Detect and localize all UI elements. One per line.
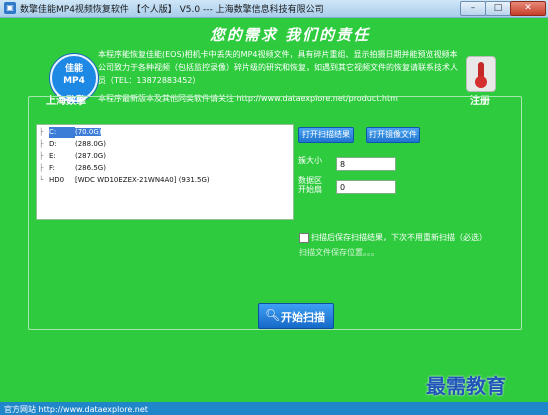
start-scan-button[interactable]: 🔍︎ 开始扫描 [258,303,334,329]
open-image-file-button[interactable]: 打开镜像文件 [366,127,420,143]
drive-tree[interactable]: ├ C: (70.0G) ├ D: (288.0G) ├ E: (287.0G) ├ F: (286.… [36,124,294,220]
drive-size: (70.0G) [75,128,102,136]
footer-bar: 官方网站 http://www.dataexplore.net [0,402,548,415]
logo-text: 佳能 MP4 [52,63,96,87]
drive-size: (286.5G) [75,164,106,172]
data-start-sector-label: 数据区开始扇 [298,176,322,194]
window-title-bar: ▣ 数擎佳能MP4视频恢复软件 【个人版】 V5.0 --- 上海数擎信息科技有… [0,0,548,18]
start-scan-label: 开始扫描 [281,311,325,324]
drive-size: [WDC WD10EZEX-21WN4A0] (931.5G) [75,176,210,184]
tree-connector: ├ [39,140,44,148]
watermark: 最需教育 [426,374,506,398]
tree-connector: ├ [39,164,44,172]
save-result-checkbox[interactable] [299,233,309,243]
logo-line-1: 佳能 [64,64,83,74]
slogan: 您的需求 我们的责任 [209,26,371,44]
description-text: 本程序能恢复佳能(EOS)相机卡中丢失的MP4视频文件，具有碎片重组、显示拍摄日… [98,50,458,85]
tree-item[interactable]: ├ C: (70.0G) [39,127,102,138]
tree-connector: ├ [39,152,44,160]
tree-item[interactable]: └ HD0 [WDC WD10EZEX-21WN4A0] (931.5G) [39,175,210,186]
drive-letter: HD0 [49,176,65,184]
cluster-size-label: 簇大小 [298,156,322,165]
save-position-link[interactable]: 扫描文件保存位置。。。 [299,247,379,258]
drive-size: (287.0G) [75,152,106,160]
footer-website[interactable]: 官方网站 http://www.dataexplore.net [4,404,148,415]
drive-letter: E: [49,152,56,160]
search-icon: 🔍︎ [265,308,281,322]
register-button[interactable] [466,56,496,92]
tree-connector: ├ [39,128,44,136]
drive-letter: C: [49,127,75,138]
cluster-size-input[interactable]: 8 [336,157,396,171]
maximize-button[interactable]: □ [485,1,511,16]
app-icon: ▣ [4,2,16,14]
drive-size: (288.0G) [75,140,106,148]
tree-item[interactable]: ├ F: (286.5G) [39,163,106,174]
logo-line-2: MP4 [63,76,85,86]
drive-letter: D: [49,140,57,148]
data-start-sector-input[interactable]: 0 [336,180,396,194]
minimize-button[interactable]: – [460,1,486,16]
tree-item[interactable]: ├ D: (288.0G) [39,139,106,150]
thermometer-icon [475,62,487,88]
open-scan-result-button[interactable]: 打开扫描结果 [298,127,354,143]
window-title: 数擎佳能MP4视频恢复软件 【个人版】 V5.0 --- 上海数擎信息科技有限公… [20,5,324,15]
save-result-label: 扫描后保存扫描结果，下次不用重新扫描（必选） [311,233,487,242]
drive-letter: F: [49,164,55,172]
tree-connector: └ [39,176,44,184]
close-button[interactable]: ✕ [510,1,546,16]
tree-item[interactable]: ├ E: (287.0G) [39,151,106,162]
